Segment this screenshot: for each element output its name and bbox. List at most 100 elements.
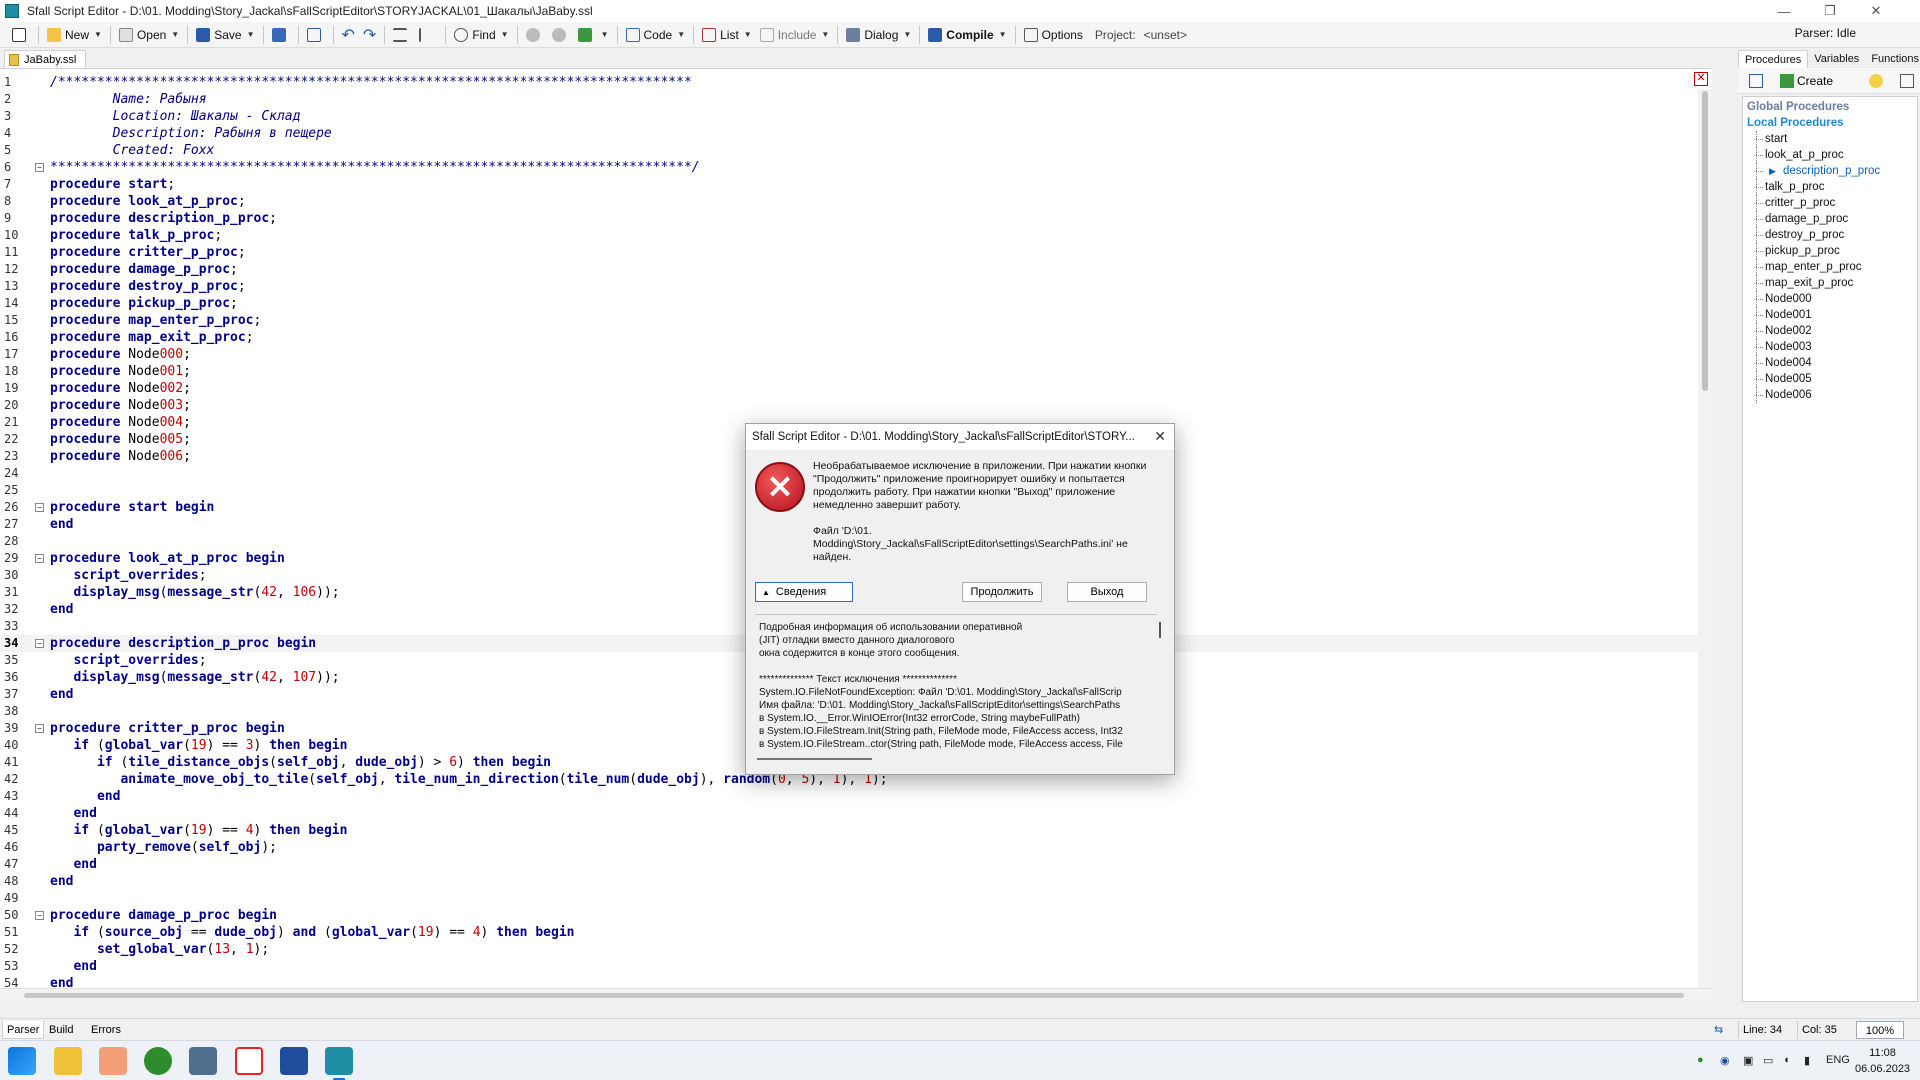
hint-button[interactable]	[1864, 71, 1891, 91]
procedure-tree[interactable]: Global Procedures Local Procedures start…	[1742, 96, 1918, 1002]
code-line[interactable]: 46 party_remove(self_obj);	[0, 839, 1700, 856]
dialog-close-button[interactable]: ✕	[1154, 428, 1166, 445]
code-line[interactable]: 47 end	[0, 856, 1700, 873]
procedure-item[interactable]: look_at_p_proc	[1747, 147, 1917, 163]
code-line[interactable]: 44 end	[0, 805, 1700, 822]
horizontal-scrollbar[interactable]	[0, 988, 1712, 1002]
back-button[interactable]	[522, 24, 548, 46]
restore-button[interactable]: ❐	[1807, 0, 1853, 22]
code-line[interactable]: 53 end	[0, 958, 1700, 975]
procedure-item[interactable]: map_exit_p_proc	[1747, 275, 1917, 291]
undo-button[interactable]: ↶	[338, 24, 359, 46]
fold-toggle-icon[interactable]: −	[35, 724, 44, 733]
file-explorer-icon[interactable]	[54, 1047, 82, 1075]
procedure-item[interactable]: Node005	[1747, 371, 1917, 387]
toggle-panel-button[interactable]	[8, 24, 34, 46]
code-line[interactable]: 2 Name: Рабыня	[0, 91, 1700, 108]
home-button[interactable]	[303, 24, 329, 46]
code-line[interactable]: 16 procedure map_exit_p_proc;	[0, 329, 1700, 346]
app-icon[interactable]	[99, 1047, 127, 1075]
go-button[interactable]: ▼	[574, 24, 613, 46]
tab-parser[interactable]: Parser	[2, 1021, 45, 1039]
compile-button[interactable]: Compile ▼	[924, 24, 1010, 46]
sync-icon[interactable]: ⇆	[1710, 1021, 1727, 1039]
close-document-button[interactable]: ✕	[1694, 72, 1708, 86]
code-line[interactable]: 20 procedure Node003;	[0, 397, 1700, 414]
procedure-item[interactable]: Node004	[1747, 355, 1917, 371]
find-button[interactable]: Find ▼	[450, 24, 512, 46]
code-line[interactable]: 49	[0, 890, 1700, 907]
procedure-item[interactable]: destroy_p_proc	[1747, 227, 1917, 243]
app-icon[interactable]	[189, 1047, 217, 1075]
code-line[interactable]: 50 − procedure damage_p_proc begin	[0, 907, 1700, 924]
procedure-item[interactable]: critter_p_proc	[1747, 195, 1917, 211]
scrollbar-thumb[interactable]	[757, 758, 872, 760]
code-line[interactable]: 17 procedure Node000;	[0, 346, 1700, 363]
options-button[interactable]: Options	[1020, 24, 1087, 46]
torrent-icon[interactable]	[144, 1047, 172, 1075]
redo-button[interactable]: ↷	[359, 24, 380, 46]
minimize-button[interactable]: —	[1761, 0, 1807, 22]
comment-button[interactable]	[415, 24, 441, 46]
code-line[interactable]: 4 Description: Рабыня в пещере	[0, 125, 1700, 142]
code-line[interactable]: 43 end	[0, 788, 1700, 805]
battery-icon[interactable]: ▮	[1804, 1054, 1810, 1067]
save-all-button[interactable]	[268, 24, 294, 46]
code-line[interactable]: 9 procedure description_p_proc;	[0, 210, 1700, 227]
code-line[interactable]: 6 − **************************************…	[0, 159, 1700, 176]
document-tab[interactable]: JaBaby.ssl	[4, 50, 86, 68]
open-button[interactable]: Open ▼	[115, 24, 183, 46]
new-button[interactable]: New ▼	[43, 24, 106, 46]
panel-settings-button[interactable]	[1895, 71, 1920, 91]
tab-variables[interactable]: Variables	[1808, 50, 1865, 68]
tray-app-icon[interactable]: ◉	[1720, 1054, 1730, 1067]
procedure-item[interactable]: damage_p_proc	[1747, 211, 1917, 227]
procedure-item[interactable]: Node001	[1747, 307, 1917, 323]
details-button[interactable]: ▲ Сведения	[755, 582, 853, 602]
code-line[interactable]: 3 Location: Шакалы - Склад	[0, 108, 1700, 125]
dialog-button[interactable]: Dialog ▼	[842, 24, 915, 46]
fold-toggle-icon[interactable]: −	[35, 503, 44, 512]
torrent-tray-icon[interactable]: ●	[1697, 1054, 1704, 1066]
outline-button[interactable]	[389, 24, 415, 46]
list-button[interactable]: List ▼	[698, 24, 756, 46]
code-line[interactable]: 12 procedure damage_p_proc;	[0, 261, 1700, 278]
procedure-item[interactable]: ▶ description_p_proc	[1747, 163, 1917, 179]
forward-button[interactable]	[548, 24, 574, 46]
code-button[interactable]: Code ▼	[622, 24, 690, 46]
vertical-scrollbar[interactable]	[1698, 89, 1712, 999]
clock[interactable]: 11:08 06.06.2023	[1855, 1045, 1910, 1077]
tab-functions[interactable]: Functions	[1865, 50, 1920, 68]
details-vertical-scrollbar[interactable]	[1155, 616, 1165, 756]
procedure-item[interactable]: Node002	[1747, 323, 1917, 339]
code-line[interactable]: 18 procedure Node001;	[0, 363, 1700, 380]
fold-toggle-icon[interactable]: −	[35, 911, 44, 920]
start-icon[interactable]	[8, 1047, 36, 1075]
language-indicator[interactable]: ENG	[1826, 1054, 1850, 1066]
code-line[interactable]: 52 set_global_var(13, 1);	[0, 941, 1700, 958]
save-button[interactable]: Save ▼	[192, 24, 258, 46]
scrollbar-thumb[interactable]	[1702, 91, 1708, 391]
code-line[interactable]: 7 procedure start;	[0, 176, 1700, 193]
floppy-icon[interactable]	[280, 1047, 308, 1075]
fold-toggle-icon[interactable]: −	[35, 639, 44, 648]
continue-button[interactable]: Продолжить	[962, 582, 1042, 602]
close-button[interactable]: ✕	[1853, 0, 1899, 22]
code-line[interactable]: 1 /**************************************…	[0, 74, 1700, 91]
zoom-level[interactable]: 100%	[1856, 1021, 1904, 1039]
tab-errors[interactable]: Errors	[87, 1021, 125, 1039]
procedure-item[interactable]: Node000	[1747, 291, 1917, 307]
exception-details-text[interactable]: Подробная информация об использовании оп…	[755, 614, 1157, 756]
code-line[interactable]: 5 Created: Foxx	[0, 142, 1700, 159]
local-procedures-header[interactable]: Local Procedures	[1747, 115, 1917, 131]
network-icon[interactable]: ▭	[1763, 1054, 1773, 1067]
procedure-item[interactable]: pickup_p_proc	[1747, 243, 1917, 259]
create-procedure-button[interactable]: Create	[1775, 71, 1838, 91]
exit-button[interactable]: Выход	[1067, 582, 1147, 602]
fold-toggle-icon[interactable]: −	[35, 554, 44, 563]
code-line[interactable]: 14 procedure pickup_p_proc;	[0, 295, 1700, 312]
scrollbar-thumb[interactable]	[24, 993, 1684, 998]
sfall-script-editor-icon[interactable]	[325, 1047, 353, 1080]
import-button[interactable]	[1744, 71, 1771, 91]
procedure-item[interactable]: talk_p_proc	[1747, 179, 1917, 195]
